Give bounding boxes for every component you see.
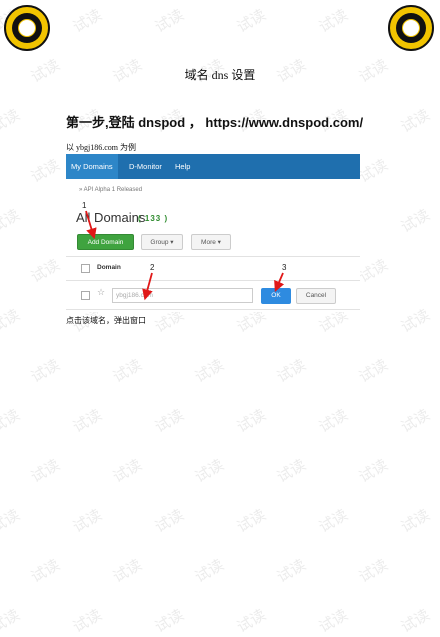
document-title: 域名 dns 设置	[184, 68, 256, 82]
watermark-text: 试读	[191, 455, 227, 487]
watermark-text: 试读	[191, 355, 227, 387]
watermark-text: 试读	[0, 605, 23, 637]
watermark-text: 试读	[273, 355, 309, 387]
arrow-3	[274, 272, 285, 292]
watermark-text: 试读	[69, 505, 105, 537]
watermark-text: 试读	[151, 405, 187, 437]
watermark-text: 试读	[27, 455, 63, 487]
watermark-text: 试读	[69, 5, 105, 37]
step-heading: 第一步,登陆 dnspod ， https://www.dnspod.com/	[66, 115, 364, 130]
watermark-text: 试读	[397, 105, 433, 137]
watermark-text: 试读	[355, 155, 391, 187]
watermark-text: 试读	[233, 605, 269, 637]
watermark-text: 试读	[151, 505, 187, 537]
watermark-text: 试读	[355, 355, 391, 387]
watermark-text: 试读	[109, 455, 145, 487]
watermark-text: 试读	[69, 605, 105, 637]
dnspod-screenshot: My Domains D-Monitor Help » API Alpha 1 …	[66, 154, 360, 312]
watermark-text: 试读	[397, 405, 433, 437]
watermark-text: 试读	[315, 605, 351, 637]
watermark-text: 试读	[27, 155, 63, 187]
watermark-text: 试读	[315, 405, 351, 437]
watermark-text: 试读	[109, 555, 145, 587]
watermark-text: 试读	[233, 405, 269, 437]
watermark-text: 试读	[233, 5, 269, 37]
watermark-text: 试读	[0, 205, 23, 237]
watermark-text: 试读	[355, 455, 391, 487]
annotation-arrows	[85, 210, 285, 301]
watermark-text: 试读	[355, 255, 391, 287]
watermark-text: 试读	[151, 605, 187, 637]
watermark-text: 试读	[315, 505, 351, 537]
watermark-text: 试读	[0, 505, 23, 537]
watermark-text: 试读	[27, 255, 63, 287]
watermark-text: 试读	[109, 355, 145, 387]
watermark-text: 试读	[69, 405, 105, 437]
seal-logo-right	[388, 5, 434, 51]
watermark-text: 试读	[0, 405, 23, 437]
watermark-text: 试读	[397, 605, 433, 637]
watermark-text: 试读	[397, 205, 433, 237]
watermark-text: 试读	[397, 305, 433, 337]
watermark-text: 试读	[273, 455, 309, 487]
watermark-text: 试读	[27, 355, 63, 387]
after-text: 点击该域名，弹出窗口	[66, 316, 146, 325]
watermark-text: 试读	[315, 5, 351, 37]
arrow-1	[85, 210, 97, 240]
watermark-text: 试读	[355, 555, 391, 587]
example-text: 以 ybgj186.com 为例	[66, 143, 136, 152]
watermark-text: 试读	[151, 5, 187, 37]
watermark-text: 试读	[0, 105, 23, 137]
watermark-text: 试读	[0, 305, 23, 337]
arrow-2	[142, 272, 153, 301]
watermark-text: 试读	[233, 505, 269, 537]
watermark-text: 试读	[273, 555, 309, 587]
seal-logo-left	[4, 5, 50, 51]
watermark-text: 试读	[27, 555, 63, 587]
watermark-text: 试读	[191, 555, 227, 587]
watermark-text: 试读	[397, 505, 433, 537]
